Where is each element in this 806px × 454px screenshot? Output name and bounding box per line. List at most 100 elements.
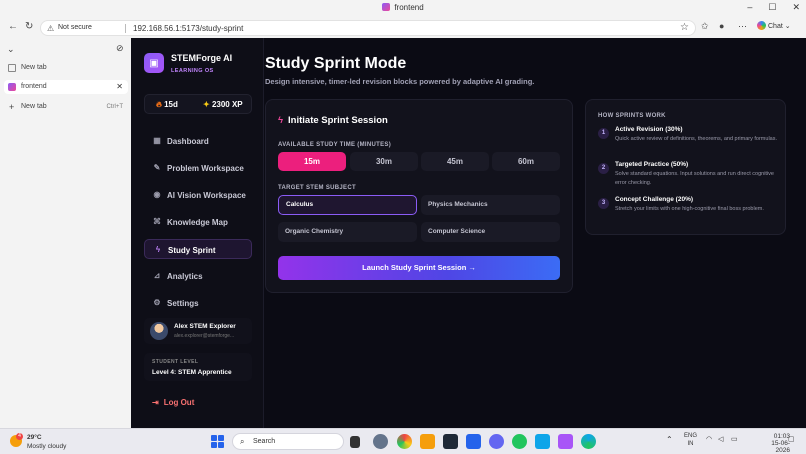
search-icon: ⌕ [240, 437, 245, 446]
vscode-icon[interactable] [535, 434, 550, 449]
new-tab-button[interactable]: + New tab Ctrl+T [4, 100, 128, 114]
chat-button[interactable]: Chat ⌄ [757, 21, 791, 30]
step-description: Stretch your limits with one high-cognit… [615, 206, 764, 212]
xp-spark-icon: ✦ [203, 100, 210, 109]
logout-icon: ⇥ [152, 398, 159, 407]
weather-desc: Mostly cloudy [27, 443, 67, 450]
step-number: 2 [598, 163, 609, 174]
weather-badge: 4 [16, 433, 23, 440]
profile-icon[interactable]: ● [719, 21, 724, 31]
minimize-button[interactable]: – [747, 2, 752, 13]
time-option-60m[interactable]: 60m [492, 152, 560, 171]
streak-stat: 🔥︎ 15d [156, 100, 178, 109]
subject-section-label: TARGET STEM SUBJECT [278, 185, 356, 191]
subject-organic-chemistry[interactable]: Organic Chemistry [278, 222, 417, 242]
subject-calculus[interactable]: Calculus [278, 195, 417, 215]
divider [125, 24, 126, 33]
how-sprints-panel: HOW SPRINTS WORK 1 Active Revision (30%)… [585, 99, 786, 235]
start-button[interactable] [211, 435, 224, 448]
nav-knowledge-map[interactable]: ⌘ Knowledge Map [144, 212, 252, 232]
store-icon[interactable] [466, 434, 481, 449]
copilot-app-icon[interactable] [489, 434, 504, 449]
vertical-tabs-panel: ⌄ ⊘ New tab frontend ✕ + New tab Ctrl+T [0, 38, 131, 428]
volume-icon[interactable]: ◁ [718, 435, 723, 443]
map-icon: ⌘ [153, 217, 161, 226]
maximize-button[interactable]: ☐ [768, 2, 776, 13]
battery-icon[interactable]: ▭ [731, 435, 738, 443]
nav-analytics[interactable]: ⊿ Analytics [144, 266, 252, 286]
windows-logo-pane [211, 442, 217, 448]
nav-dashboard[interactable]: ▦ Dashboard [144, 131, 252, 151]
nav-ai-vision-workspace[interactable]: ◉ AI Vision Workspace [144, 185, 252, 205]
lightning-icon: ϟ [155, 245, 161, 254]
launch-sprint-button[interactable]: Launch Study Sprint Session → [278, 256, 560, 280]
gear-icon: ⚙ [153, 298, 161, 307]
avatar [150, 322, 168, 340]
nav-problem-workspace[interactable]: ✎ Problem Workspace [144, 158, 252, 178]
tab-new-tab[interactable]: New tab [4, 61, 128, 75]
taskbar-search[interactable]: ⌕ Search [232, 433, 344, 450]
browser-navbar: ← ↻ ⚠ Not secure 192.168.56.1:5173/study… [0, 18, 806, 38]
step-title: Concept Challenge (20%) [615, 196, 694, 203]
security-label[interactable]: Not secure [58, 24, 92, 31]
time-section-label: AVAILABLE STUDY TIME (MINUTES) [278, 142, 391, 148]
terminal-icon[interactable] [443, 434, 458, 449]
windows-logo-pane [218, 435, 224, 441]
sidebar: ▣ STEMForge AI LEARNING OS 🔥︎ 15d ✦ 2300… [131, 38, 264, 428]
shortcut-hint: Ctrl+T [106, 104, 124, 110]
flame-icon: 🔥︎ [156, 100, 162, 109]
close-window-button[interactable]: ✕ [792, 2, 800, 13]
bookmark-star-icon[interactable]: ☆ [680, 22, 689, 33]
user-email: alex.explorer@stemforge... [174, 333, 235, 339]
time-option-30m[interactable]: 30m [350, 152, 418, 171]
window-controls: – ☐ ✕ [747, 2, 800, 13]
language-indicator[interactable]: ENG IN [684, 432, 697, 448]
back-icon[interactable]: ← [8, 21, 18, 32]
window-titlebar: frontend – ☐ ✕ [0, 0, 806, 18]
window-title: frontend [0, 3, 806, 12]
time-option-45m[interactable]: 45m [421, 152, 489, 171]
chart-icon: ⊿ [153, 271, 161, 280]
level-value: Level 4: STEM Apprentice [152, 369, 232, 376]
file-explorer-icon[interactable] [420, 434, 435, 449]
whatsapp-icon[interactable] [512, 434, 527, 449]
stats-card: 🔥︎ 15d ✦ 2300 XP [144, 94, 252, 114]
pin-icon[interactable]: ⊘ [116, 43, 124, 54]
chrome-icon[interactable] [397, 434, 412, 449]
more-options-icon[interactable]: ⋯ [738, 21, 747, 32]
address-bar[interactable]: ⚠ Not secure 192.168.56.1:5173/study-spr… [40, 20, 696, 36]
sprint-panel-title: ϟ Initiate Sprint Session [278, 115, 388, 126]
step-number: 3 [598, 198, 609, 209]
settings-app-icon[interactable] [373, 434, 388, 449]
logout-button[interactable]: ⇥ Log Out [152, 398, 194, 407]
brand-subtitle: LEARNING OS [171, 68, 214, 74]
collapse-chevron-icon[interactable]: ⌄ [7, 44, 15, 55]
subject-physics-mechanics[interactable]: Physics Mechanics [421, 195, 560, 215]
app-icon[interactable] [558, 434, 573, 449]
user-card[interactable]: Alex STEM Explorer alex.explorer@stemfor… [144, 318, 252, 344]
level-label: STUDENT LEVEL [152, 359, 199, 365]
subject-computer-science[interactable]: Computer Science [421, 222, 560, 242]
tab-frontend[interactable]: frontend ✕ [4, 80, 128, 94]
task-view-icon[interactable] [350, 436, 360, 448]
refresh-icon[interactable]: ↻ [25, 21, 33, 32]
step-number: 1 [598, 128, 609, 139]
nav-study-sprint[interactable]: ϟ Study Sprint [144, 239, 252, 259]
favorites-icon[interactable]: ✩ [701, 21, 709, 32]
time-option-15m[interactable]: 15m [278, 152, 346, 171]
url-text[interactable]: 192.168.56.1:5173/study-sprint [133, 24, 243, 33]
user-name: Alex STEM Explorer [174, 323, 236, 330]
edge-icon[interactable] [581, 434, 596, 449]
warning-icon[interactable]: ⚠ [47, 24, 54, 33]
notifications-icon[interactable]: ▢ [788, 435, 795, 443]
tray-chevron-icon[interactable]: ⌃ [666, 435, 673, 444]
wifi-icon[interactable]: ◠ [706, 435, 712, 443]
step-title: Active Revision (30%) [615, 126, 683, 133]
nav-settings[interactable]: ⚙ Settings [144, 293, 252, 313]
clock[interactable]: 01:03 15-06-2026 [762, 433, 790, 454]
lightning-icon: ϟ [278, 115, 284, 126]
app-favicon-icon [382, 3, 391, 11]
page-icon [8, 64, 16, 72]
close-tab-icon[interactable]: ✕ [116, 80, 123, 94]
book-logo-icon: ▣ [144, 53, 164, 73]
